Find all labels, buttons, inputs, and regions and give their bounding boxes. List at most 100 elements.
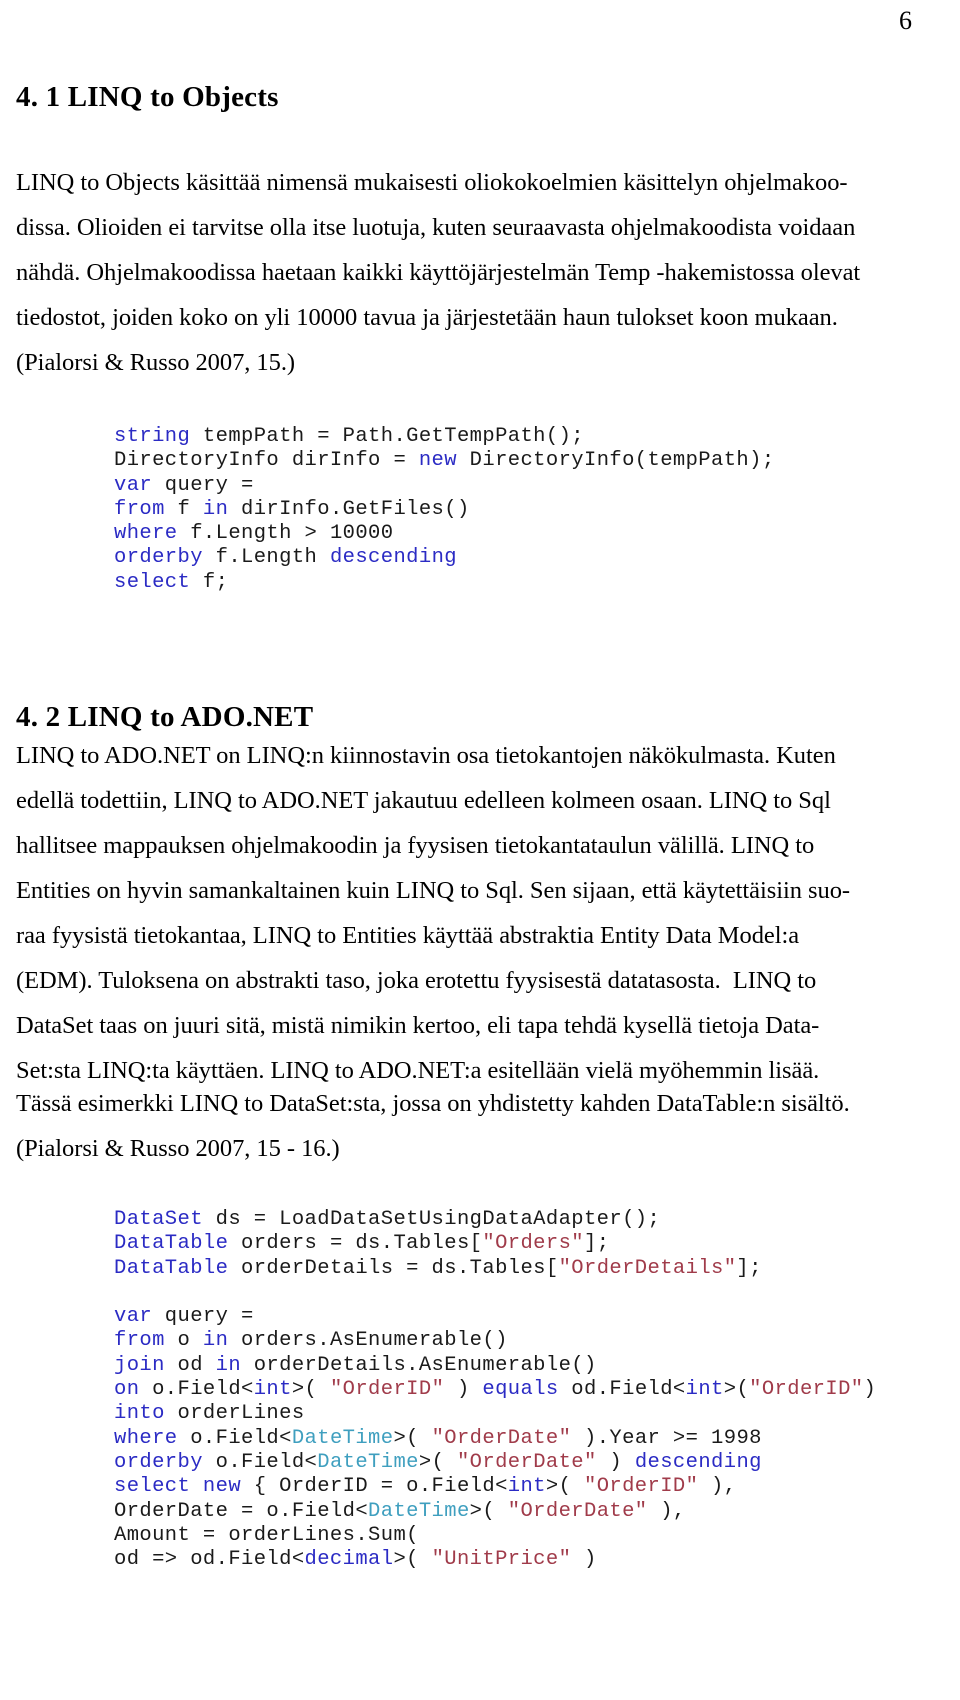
code-token-str: "OrderID" (584, 1475, 699, 1499)
code-token-kw: descending (329, 546, 457, 570)
code-token-str: "OrderDate" (456, 1450, 597, 1474)
code-line: on o.Field<int>( "OrderID" ) equals od.F… (114, 1378, 876, 1402)
code-token-plain: >( (393, 1548, 432, 1572)
code-token-str: "OrderID" (749, 1378, 864, 1402)
code-token-kw: DataSet (114, 1208, 203, 1231)
code-line: OrderDate = o.Field<DateTime>( "OrderDat… (114, 1500, 876, 1524)
code-token-kw: string (114, 425, 191, 448)
code-token-typ: DateTime (368, 1499, 470, 1523)
code-token-plain: f.Length > 10000 (177, 522, 394, 546)
code-token-plain: ), (698, 1475, 737, 1499)
section-heading-4-1: 4. 1 LINQ to Objects (16, 81, 279, 113)
code-token-plain: DirectoryInfo dirInfo = (114, 449, 419, 473)
code-token-plain: orderDetails = ds.Tables[ (228, 1256, 559, 1280)
code-line: DataTable orders = ds.Tables["Orders"]; (114, 1232, 876, 1256)
code-token-str: "OrderDetails" (558, 1256, 737, 1280)
code-token-plain: >( (418, 1450, 457, 1474)
code-line: orderby f.Length descending (114, 546, 775, 570)
code-line: string tempPath = Path.GetTempPath(); (114, 425, 775, 449)
code-token-kw: DataTable (114, 1256, 229, 1280)
code-line: where f.Length > 10000 (114, 522, 775, 546)
code-token-kw: on (114, 1378, 140, 1402)
code-token-plain: >( (291, 1378, 330, 1402)
code-token-kw: in (202, 497, 229, 521)
document-page: 6 4. 1 LINQ to Objects LINQ to Objects k… (0, 0, 960, 1700)
code-token-plain: ]; (584, 1232, 610, 1256)
code-token-plain: orders = ds.Tables[ (228, 1232, 483, 1256)
code-token-kw: new (418, 449, 457, 473)
code-token-typ: DateTime (317, 1450, 419, 1474)
code-token-typ: DateTime (291, 1426, 394, 1450)
code-token-plain: od.Field< (558, 1378, 686, 1402)
code-token-plain: f.Length (202, 546, 330, 570)
code-line: select new { OrderID = o.Field<int>( "Or… (114, 1475, 876, 1499)
code-line: Amount = orderLines.Sum( (114, 1524, 876, 1548)
code-token-str: "Orders" (482, 1232, 584, 1256)
code-token-plain: ), (647, 1499, 686, 1523)
code-token-kw: from (114, 1329, 165, 1353)
code-token-plain: ).Year >= 1998 (571, 1426, 762, 1450)
code-token-plain: ) (596, 1450, 635, 1474)
code-token-plain: >( (393, 1426, 432, 1450)
code-token-plain: ) (863, 1378, 877, 1402)
code-token-plain: o.Field< (177, 1426, 292, 1450)
code-token-plain: >( (723, 1378, 750, 1402)
code-block-linq-to-dataset: DataSet ds = LoadDataSetUsingDataAdapter… (114, 1208, 876, 1572)
code-token-kw: int (685, 1378, 724, 1402)
code-line: select f; (114, 571, 775, 595)
code-token-kw: int (253, 1378, 292, 1402)
code-token-plain: o (164, 1329, 203, 1353)
code-token-kw: int (507, 1475, 546, 1499)
code-token-plain: ds = LoadDataSetUsingDataAdapter(); (202, 1208, 661, 1231)
code-line: from o in orders.AsEnumerable() (114, 1329, 876, 1353)
code-token-str: "OrderID" (329, 1378, 445, 1402)
code-token-plain: { OrderID = o.Field< (241, 1475, 508, 1499)
code-token-kw: equals (482, 1378, 559, 1402)
code-token-str: "OrderDate" (431, 1426, 572, 1450)
code-token-kw: into (114, 1402, 165, 1426)
code-token-plain: dirInfo.GetFiles() (228, 497, 470, 521)
code-token-plain: orderLines (164, 1402, 305, 1426)
code-token-plain: od (164, 1353, 216, 1377)
code-token-plain: f (164, 497, 203, 521)
code-line: od => od.Field<decimal>( "UnitPrice" ) (114, 1548, 876, 1572)
code-token-plain: orders.AsEnumerable() (228, 1329, 508, 1353)
code-token-kw: in (215, 1353, 242, 1377)
code-token-kw: var (114, 1305, 153, 1329)
code-token-kw: new (202, 1475, 242, 1499)
code-token-kw: orderby (114, 546, 203, 570)
section-heading-4-2: 4. 2 LINQ to ADO.NET (16, 701, 314, 733)
code-token-kw: where (114, 522, 178, 546)
code-line: where o.Field<DateTime>( "OrderDate" ).Y… (114, 1427, 876, 1451)
paragraph-4-2-body: LINQ to ADO.NET on LINQ:n kiinnostavin o… (16, 742, 851, 1084)
code-token-plain: o.Field< (139, 1378, 254, 1402)
code-line: var query = (114, 474, 775, 498)
code-token-plain: >( (469, 1499, 508, 1523)
code-token-plain: o.Field< (202, 1450, 318, 1474)
code-token-kw: where (114, 1426, 178, 1450)
code-token-plain: >( (545, 1475, 584, 1499)
code-token-plain: query = (152, 1305, 254, 1329)
page-number: 6 (899, 6, 912, 35)
code-line: into orderLines (114, 1402, 876, 1426)
code-token-plain: od => od.Field< (114, 1548, 305, 1572)
code-line: DataTable orderDetails = ds.Tables["Orde… (114, 1257, 876, 1281)
code-line: orderby o.Field<DateTime>( "OrderDate" )… (114, 1451, 876, 1475)
code-line: DataSet ds = LoadDataSetUsingDataAdapter… (114, 1208, 876, 1232)
code-line: join od in orderDetails.AsEnumerable() (114, 1354, 876, 1378)
paragraph-4-1-body: LINQ to Objects käsittää nimensä mukaise… (16, 169, 861, 376)
code-token-str: "UnitPrice" (431, 1548, 572, 1572)
code-block-linq-to-objects: string tempPath = Path.GetTempPath(); Dir… (114, 425, 775, 595)
code-token-plain: ) (444, 1378, 483, 1402)
paragraph-4-2-body-2: Tässä esimerkki LINQ to DataSet:sta, jos… (16, 1090, 850, 1117)
code-token-kw: in (202, 1329, 229, 1353)
code-token-kw: select (114, 570, 191, 594)
code-token-plain: DirectoryInfo(tempPath); (456, 449, 775, 473)
code-token-kw: DataTable (114, 1232, 229, 1256)
code-token-plain: f; (190, 570, 229, 594)
code-token-kw: orderby (114, 1450, 203, 1474)
paragraph-4-2-citation: (Pialorsi & Russo 2007, 15 - 16.) (16, 1135, 340, 1162)
code-token-plain: ) (571, 1548, 597, 1572)
